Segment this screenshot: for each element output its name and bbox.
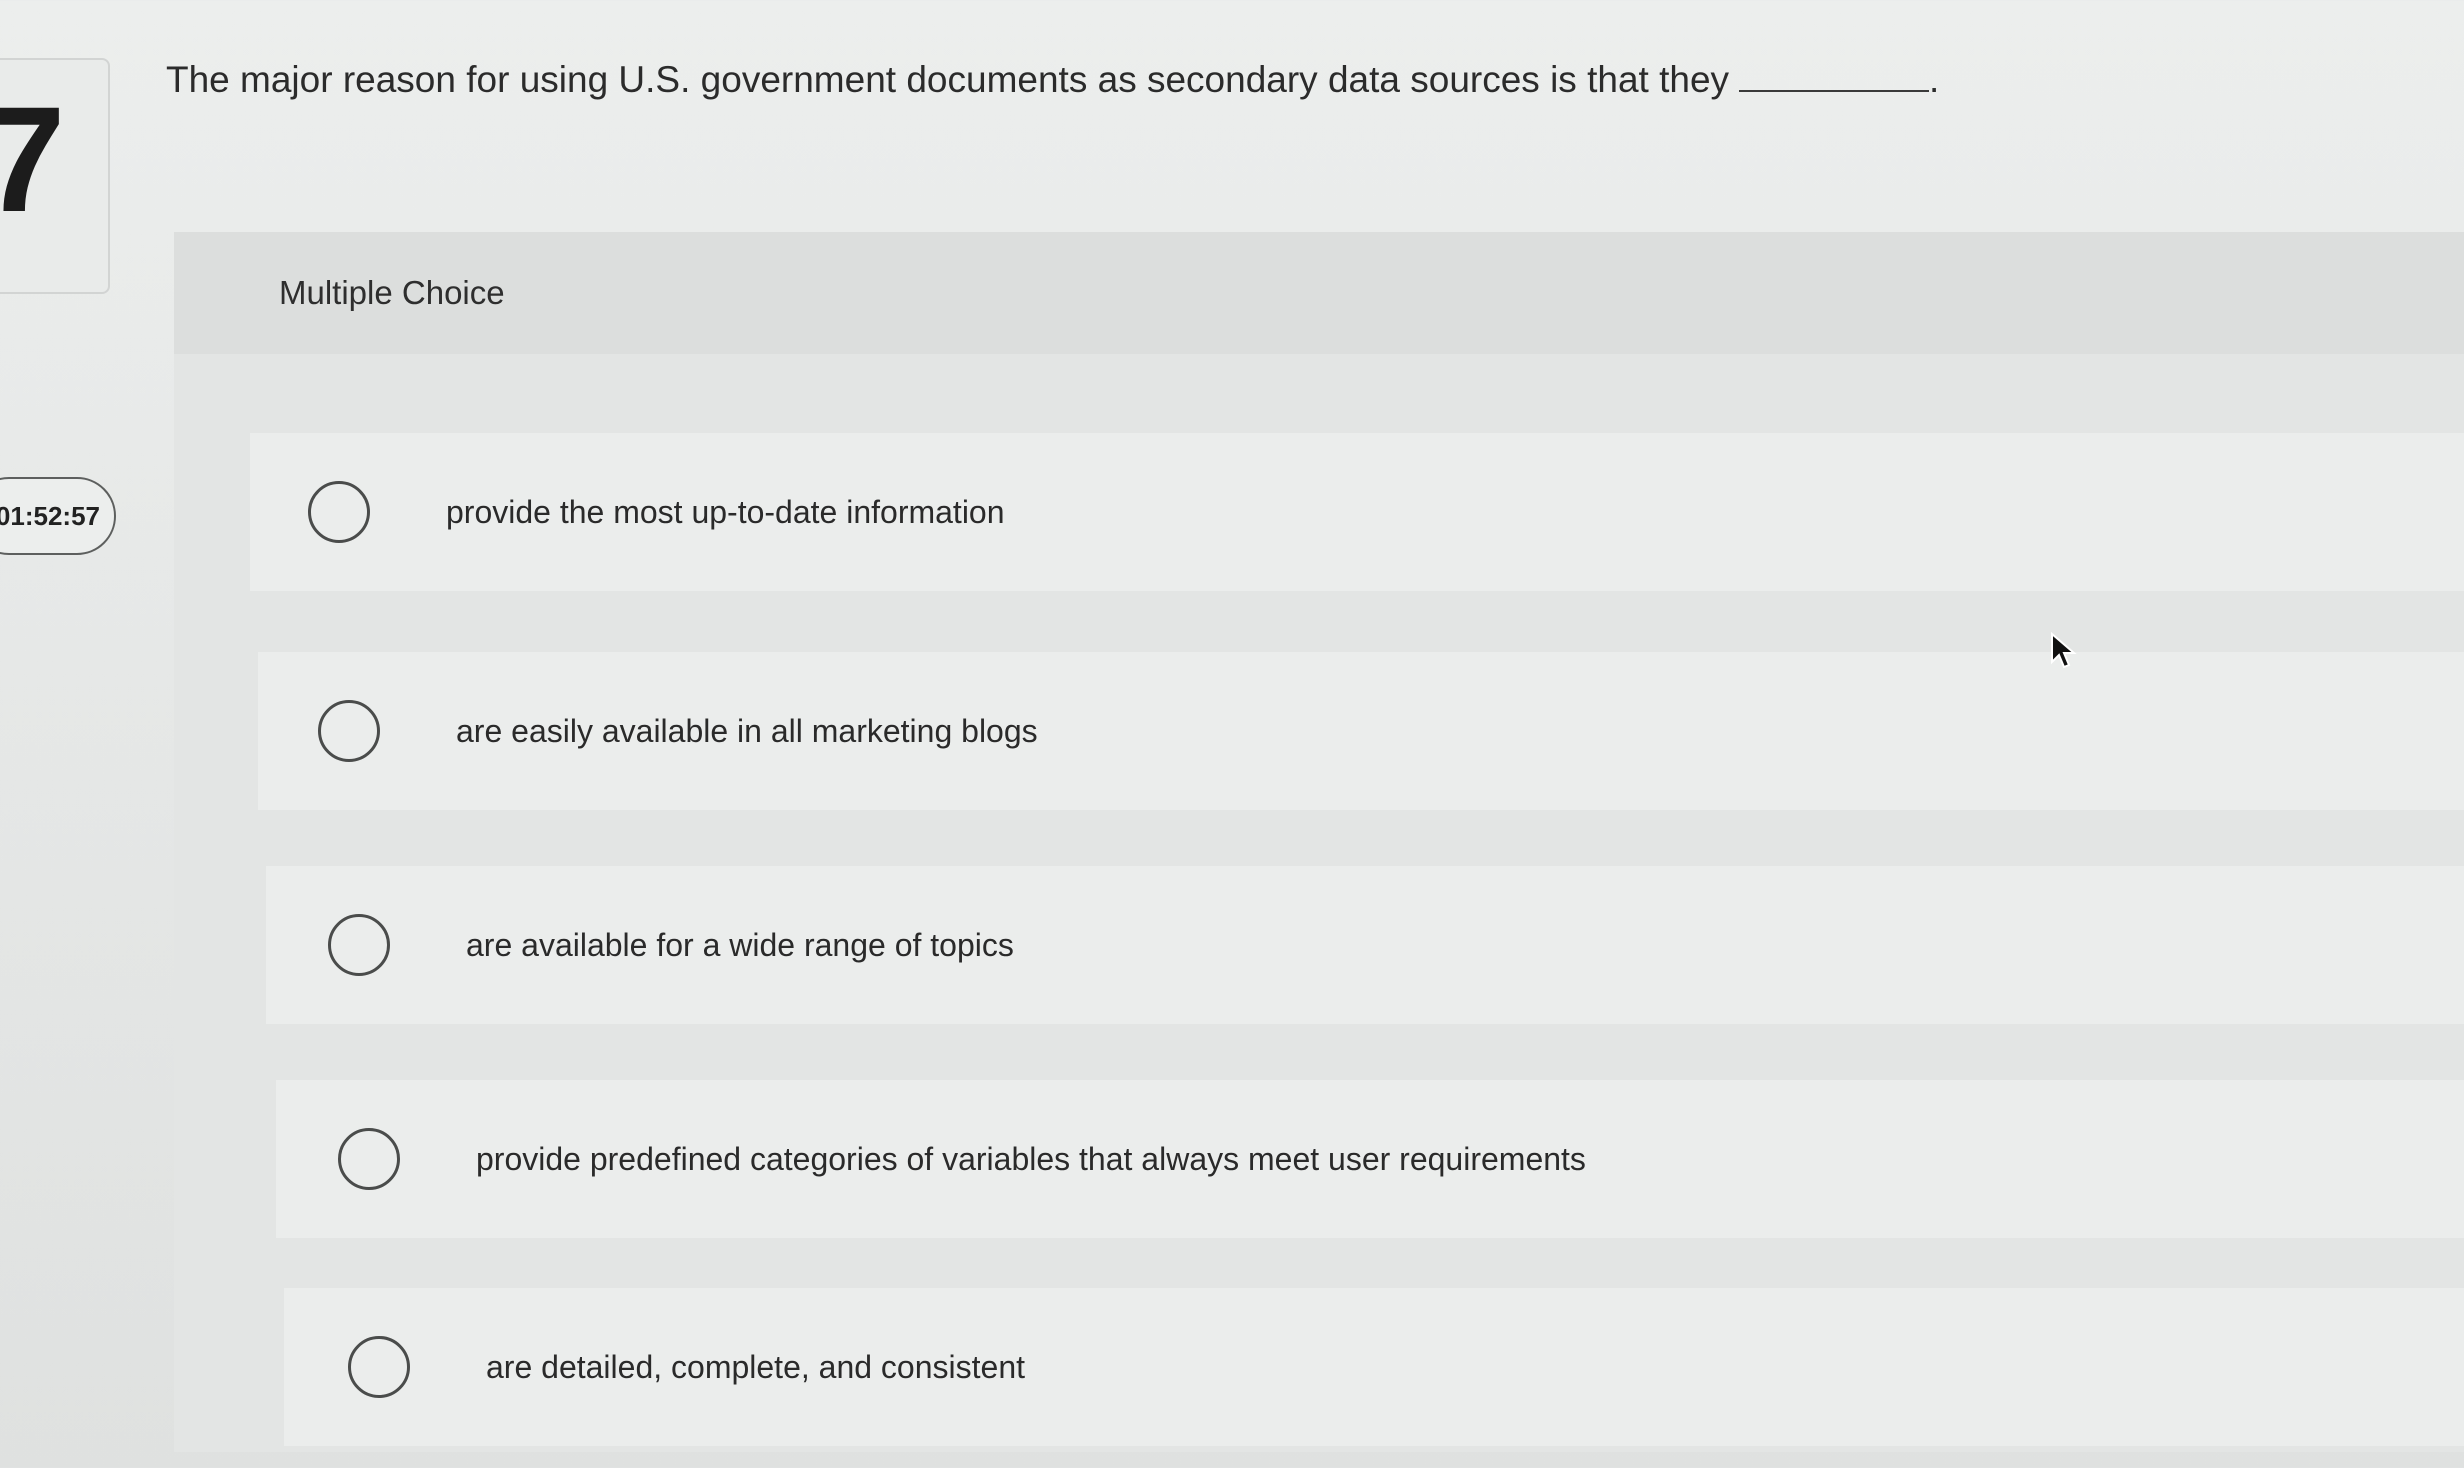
question-number: 7	[0, 75, 66, 243]
answer-option-label: are available for a wide range of topics	[466, 926, 1014, 963]
panel-header: Multiple Choice	[174, 232, 2464, 354]
answer-option-label: are detailed, complete, and consistent	[486, 1348, 1025, 1385]
question-prompt: The major reason for using U.S. governme…	[166, 56, 1939, 101]
answer-panel: Multiple Choice	[174, 232, 2464, 1452]
answer-option[interactable]: are available for a wide range of topics	[266, 866, 2464, 1024]
answer-blank	[1739, 56, 1930, 92]
answer-option[interactable]: provide predefined categories of variabl…	[276, 1080, 2464, 1238]
radio-button-icon[interactable]	[318, 700, 380, 762]
answer-option[interactable]: are easily available in all marketing bl…	[258, 652, 2464, 810]
answer-option[interactable]: provide the most up-to-date information	[250, 433, 2464, 591]
radio-button-icon[interactable]	[328, 914, 390, 976]
answer-option-label: provide the most up-to-date information	[446, 493, 1005, 530]
radio-button-icon[interactable]	[308, 481, 370, 543]
timer: 01:52:57	[0, 477, 116, 555]
mouse-pointer-icon	[2051, 632, 2077, 669]
answer-option-label: are easily available in all marketing bl…	[456, 712, 1038, 749]
radio-button-icon[interactable]	[338, 1128, 400, 1190]
answer-option-label: provide predefined categories of variabl…	[476, 1140, 1586, 1177]
radio-button-icon[interactable]	[348, 1336, 410, 1398]
question-trailing: .	[1929, 59, 1940, 100]
question-type-label: Multiple Choice	[279, 274, 505, 311]
answer-option[interactable]: are detailed, complete, and consistent	[284, 1288, 2464, 1446]
question-text: The major reason for using U.S. governme…	[166, 59, 1730, 100]
